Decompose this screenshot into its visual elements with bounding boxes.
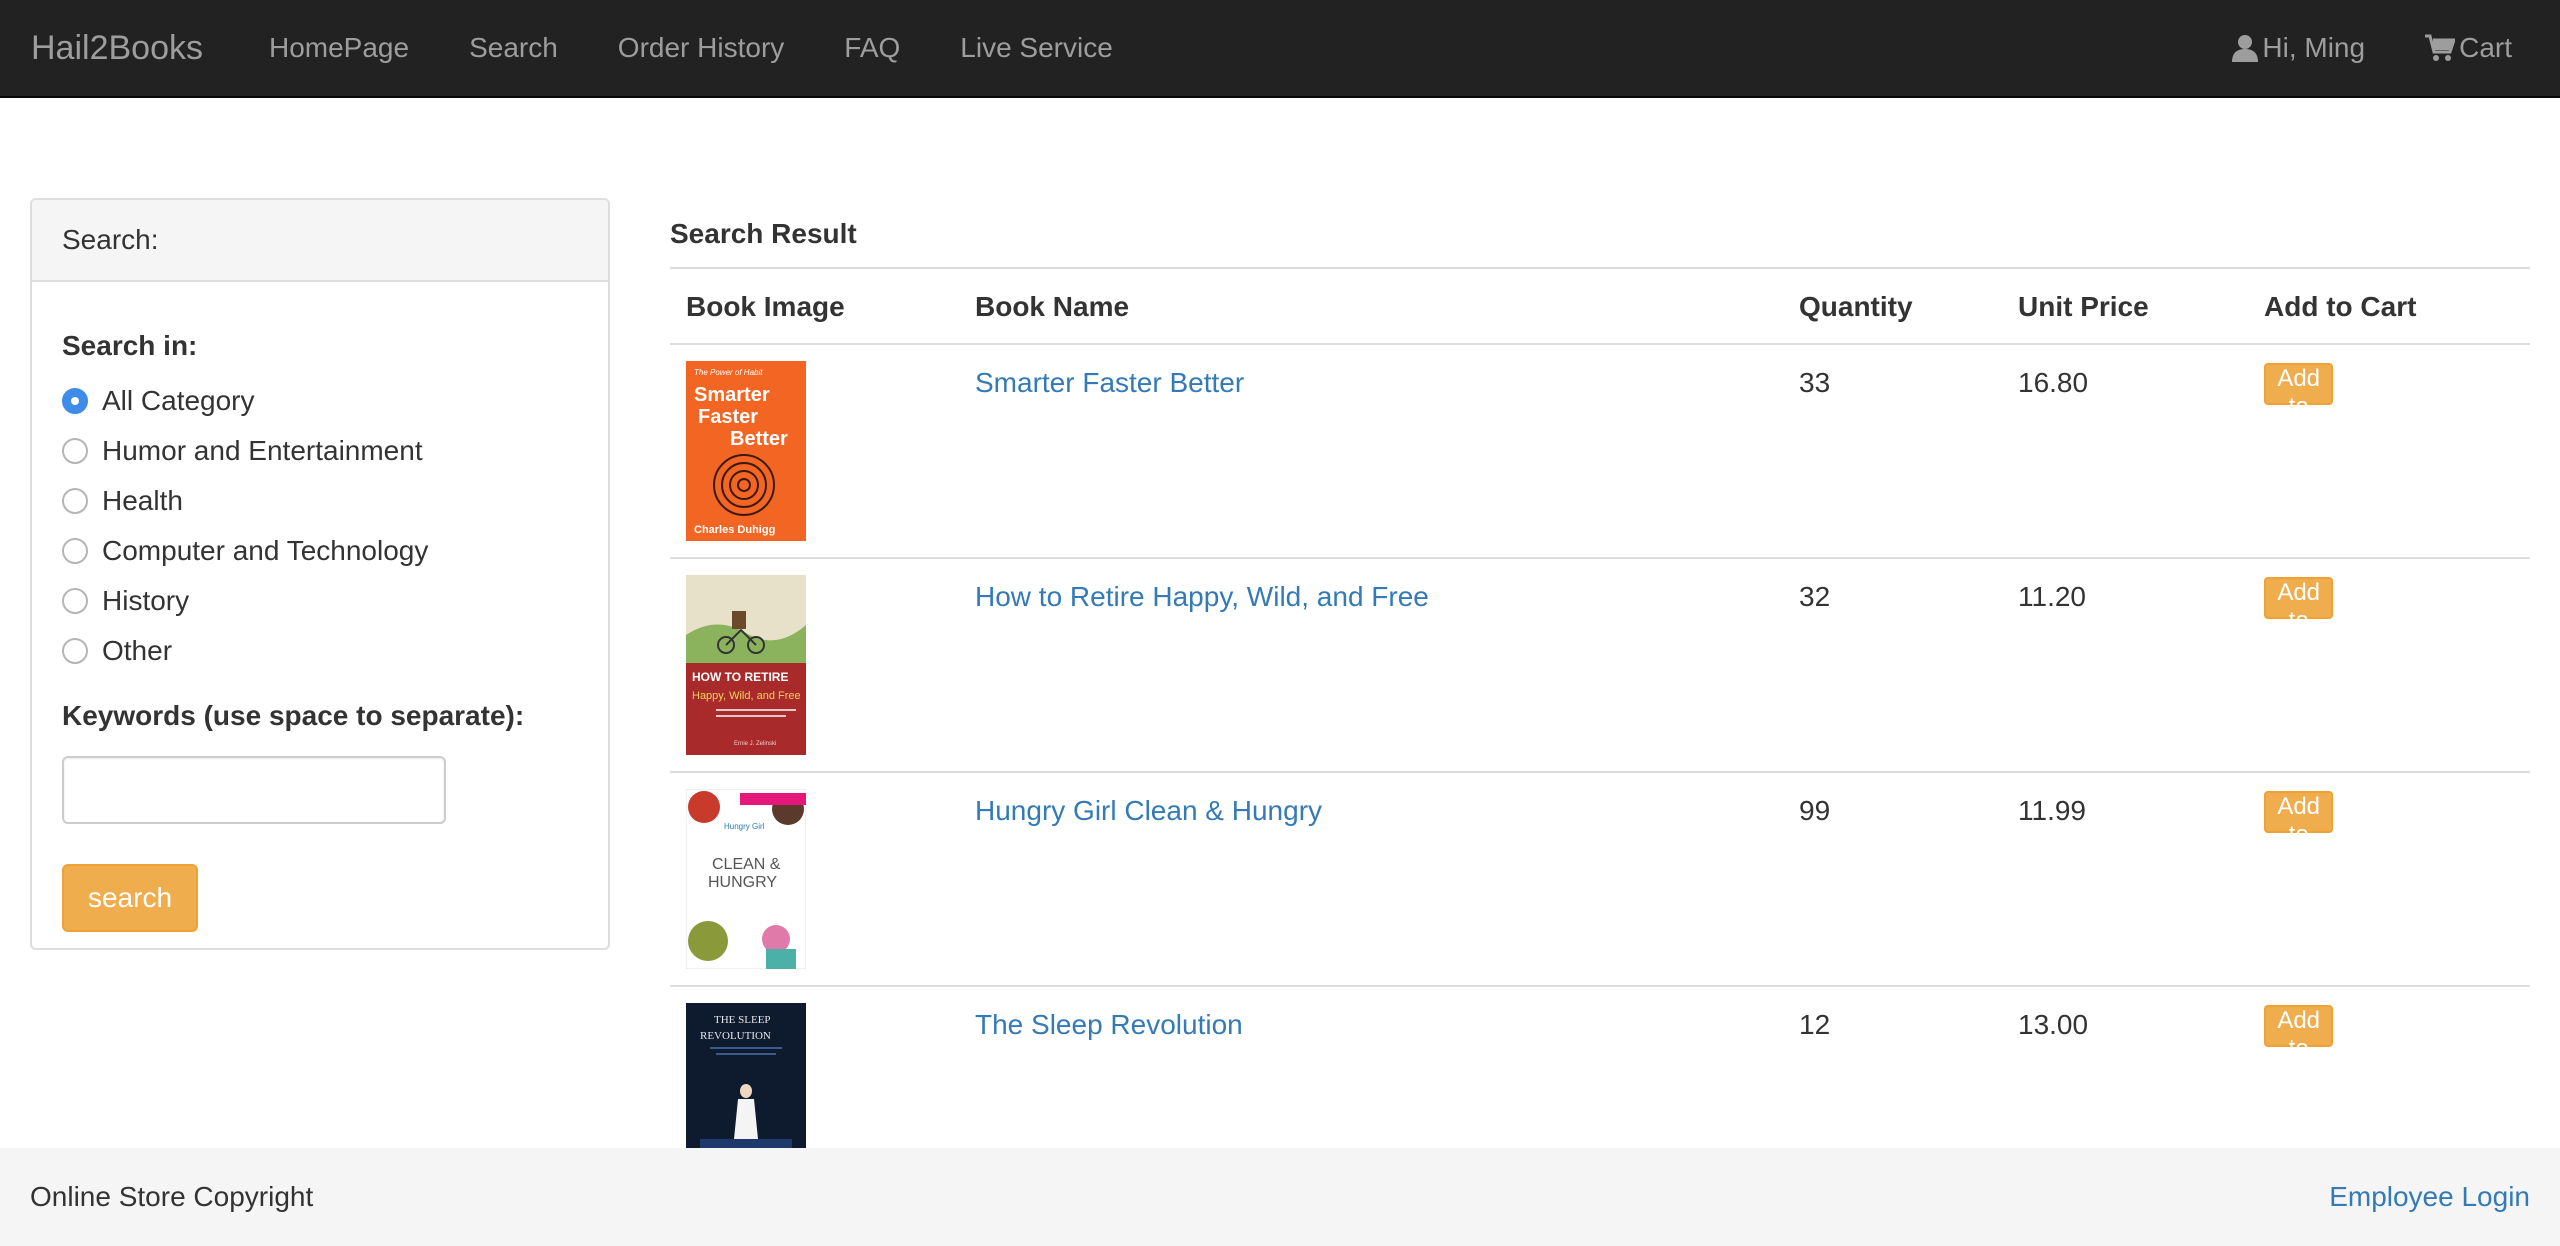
brand-logo[interactable]: Hail2Books [31,29,203,68]
book-cover-image[interactable]: HOW TO RETIRE Happy, Wild, and Free Erni… [686,575,806,755]
results-table: Book Image Book Name Quantity Unit Price… [670,267,2530,1199]
search-in-label: Search in: [62,330,198,361]
keywords-input[interactable] [62,756,446,824]
svg-text:Better: Better [730,428,788,450]
svg-text:HOW TO RETIRE: HOW TO RETIRE [692,670,788,684]
user-icon [2232,35,2259,62]
table-header: Book Image Book Name Quantity Unit Price… [670,267,2530,343]
col-header-quantity: Quantity [1799,291,1913,322]
category-option-health[interactable]: Health [62,476,578,526]
cart-link[interactable]: Cart [2395,32,2542,64]
employee-login-link[interactable]: Employee Login [2329,1181,2530,1213]
col-header-image: Book Image [686,291,845,322]
cart-icon [2425,34,2456,61]
category-option-history[interactable]: History [62,576,578,626]
category-option-all[interactable]: All Category [62,376,578,426]
svg-text:Hungry Girl: Hungry Girl [724,822,765,831]
category-option-other[interactable]: Other [62,626,578,676]
radio-other[interactable] [62,638,88,664]
radio-humor[interactable] [62,438,88,464]
svg-text:REVOLUTION: REVOLUTION [700,1030,771,1042]
book-name-link[interactable]: The Sleep Revolution [975,1009,1243,1041]
book-price: 16.80 [2018,367,2089,398]
svg-text:Ernie J. Zelinski: Ernie J. Zelinski [734,741,776,747]
cart-label: Cart [2459,32,2512,63]
nav-right: Hi, Ming Cart [2202,32,2542,64]
svg-text:Smarter: Smarter [694,384,770,406]
svg-text:THE SLEEP: THE SLEEP [714,1014,771,1026]
add-to-cart-button[interactable]: Add to Cart [2264,1005,2334,1090]
book-quantity: 33 [1799,367,1831,398]
radio-health[interactable] [62,488,88,514]
top-navbar: Hail2Books HomePage Search Order History… [0,0,2560,98]
svg-text:Charles Duhigg: Charles Duhigg [694,524,775,536]
svg-text:CLEAN &: CLEAN & [712,856,781,873]
col-header-price: Unit Price [2018,291,2149,322]
book-cover-image[interactable]: The Power of Habit Smarter Faster Better… [686,361,806,541]
book-price: 13.00 [2018,1009,2089,1040]
book-cover-image[interactable]: Hungry Girl CLEAN & HUNGRY [686,789,806,969]
book-name-link[interactable]: Smarter Faster Better [975,367,1244,399]
table-row: HOW TO RETIRE Happy, Wild, and Free Erni… [670,557,2530,771]
book-name-link[interactable]: Hungry Girl Clean & Hungry [975,795,1322,827]
radio-label: History [102,585,190,616]
add-to-cart-button[interactable]: Add to Cart [2264,791,2334,876]
book-cover-smarter-faster-better: The Power of Habit Smarter Faster Better… [686,361,806,541]
category-option-humor[interactable]: Humor and Entertainment [62,426,578,476]
svg-text:Happy, Wild, and Free: Happy, Wild, and Free [692,690,801,702]
book-name-link[interactable]: How to Retire Happy, Wild, and Free [975,581,1429,613]
user-greeting: Hi, Ming [2262,32,2366,63]
radio-history[interactable] [62,588,88,614]
radio-label: Health [102,485,183,516]
table-row: Hungry Girl CLEAN & HUNGRY Hungry Girl C… [670,771,2530,985]
search-panel-body: Search in: All Category Humor and Entert… [32,282,608,932]
radio-computer[interactable] [62,538,88,564]
footer-copyright: Online Store Copyright [30,1181,314,1212]
radio-label: Humor and Entertainment [102,435,423,466]
nav-faq[interactable]: FAQ [814,32,930,64]
svg-text:HUNGRY: HUNGRY [708,874,777,891]
page-footer: Online Store Copyright Employee Login [0,1148,2560,1246]
keywords-label: Keywords (use space to separate): [62,700,525,731]
nav-homepage[interactable]: HomePage [239,32,439,64]
book-price: 11.20 [2018,581,2086,612]
book-price: 11.99 [2018,795,2086,826]
search-panel: Search: Search in: All Category Humor an… [30,198,610,950]
col-header-name: Book Name [975,291,1130,322]
svg-text:Faster: Faster [698,406,758,428]
radio-all-category[interactable] [62,388,88,414]
col-header-add-to-cart: Add to Cart [2264,291,2417,322]
category-radio-group: All Category Humor and Entertainment Hea… [62,376,578,676]
radio-label: Other [102,635,173,666]
book-cover-how-to-retire: HOW TO RETIRE Happy, Wild, and Free Erni… [686,575,806,755]
nav-order-history[interactable]: Order History [588,32,814,64]
category-option-computer[interactable]: Computer and Technology [62,526,578,576]
results-title: Search Result [670,218,857,249]
nav-search[interactable]: Search [439,32,588,64]
radio-label: All Category [102,385,255,416]
book-quantity: 12 [1799,1009,1831,1040]
search-button[interactable]: search [62,864,198,932]
nav-live-service[interactable]: Live Service [930,32,1143,64]
radio-label: Computer and Technology [102,535,429,566]
book-quantity: 99 [1799,795,1831,826]
add-to-cart-button[interactable]: Add to Cart [2264,363,2334,448]
table-row: The Power of Habit Smarter Faster Better… [670,343,2530,557]
book-cover-hungry-girl: Hungry Girl CLEAN & HUNGRY [686,789,806,969]
svg-text:The Power of Habit: The Power of Habit [694,368,763,377]
book-quantity: 32 [1799,581,1831,612]
add-to-cart-button[interactable]: Add to Cart [2264,577,2334,662]
nav-links: HomePage Search Order History FAQ Live S… [239,32,1143,64]
user-menu[interactable]: Hi, Ming [2202,32,2395,64]
search-panel-heading: Search: [32,200,608,282]
